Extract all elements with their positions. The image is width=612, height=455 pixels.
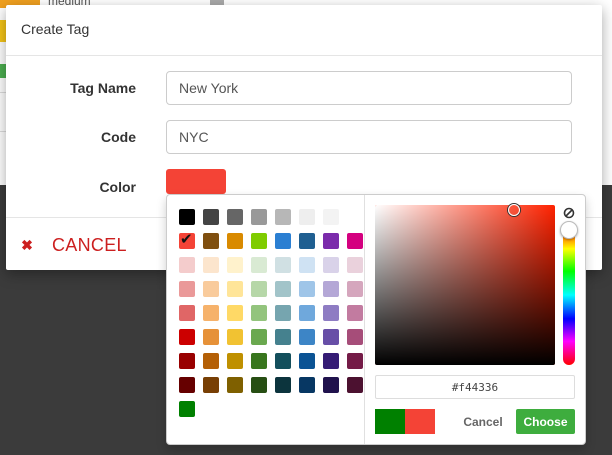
color-picker-popup: Cancel Choose: [166, 194, 586, 445]
cancel-button[interactable]: ✖ CANCEL: [20, 235, 127, 256]
palette-swatch[interactable]: [179, 377, 195, 393]
palette-swatch[interactable]: [251, 305, 267, 321]
dialog-title: Create Tag: [21, 21, 90, 37]
tag-name-row: Tag Name: [6, 71, 602, 105]
palette-swatch[interactable]: [347, 281, 363, 297]
palette-swatch[interactable]: [323, 329, 339, 345]
palette-swatch[interactable]: [275, 233, 291, 249]
previous-color-swatch[interactable]: [375, 409, 405, 434]
palette-swatch[interactable]: [299, 305, 315, 321]
palette-swatch[interactable]: [275, 329, 291, 345]
palette-swatch[interactable]: [323, 209, 339, 225]
palette-swatch[interactable]: [203, 257, 219, 273]
close-icon: ✖: [21, 237, 33, 253]
palette-swatch[interactable]: [323, 233, 339, 249]
current-color-swatch: [405, 409, 435, 434]
palette-swatch[interactable]: [347, 377, 363, 393]
palette-swatch[interactable]: [251, 329, 267, 345]
code-row: Code: [6, 120, 602, 154]
color-swatch-button[interactable]: [166, 169, 226, 194]
palette-swatch[interactable]: [179, 209, 195, 225]
palette-swatch[interactable]: [251, 209, 267, 225]
palette-swatch[interactable]: [275, 377, 291, 393]
saturation-handle[interactable]: [508, 204, 520, 216]
tag-name-input[interactable]: [166, 71, 572, 105]
hex-color-input[interactable]: [375, 375, 575, 399]
palette-swatch[interactable]: [275, 353, 291, 369]
palette-swatch[interactable]: [203, 209, 219, 225]
palette-swatch[interactable]: [275, 305, 291, 321]
palette-swatch[interactable]: [275, 281, 291, 297]
palette-swatch[interactable]: [203, 233, 219, 249]
hue-slider-handle[interactable]: [560, 221, 578, 239]
palette-swatch[interactable]: [227, 233, 243, 249]
palette-swatch[interactable]: [299, 353, 315, 369]
palette-swatch[interactable]: [179, 257, 195, 273]
palette-swatch[interactable]: [299, 377, 315, 393]
color-label: Color: [99, 179, 136, 195]
palette-swatch[interactable]: [179, 329, 195, 345]
dialog-header: Create Tag: [6, 5, 602, 56]
cancel-button-label: CANCEL: [52, 235, 127, 255]
palette-swatch[interactable]: [251, 377, 267, 393]
palette-swatch[interactable]: [347, 353, 363, 369]
palette-swatch[interactable]: [299, 329, 315, 345]
palette-swatch[interactable]: [299, 209, 315, 225]
palette-swatch[interactable]: [347, 329, 363, 345]
palette-swatch[interactable]: [251, 257, 267, 273]
palette-swatch[interactable]: [179, 305, 195, 321]
palette-swatch[interactable]: [299, 257, 315, 273]
palette-swatch[interactable]: [251, 233, 267, 249]
palette-swatch[interactable]: [347, 257, 363, 273]
palette-swatch[interactable]: [227, 257, 243, 273]
palette-swatch[interactable]: [179, 281, 195, 297]
palette-swatch[interactable]: [299, 233, 315, 249]
palette-swatch[interactable]: [251, 281, 267, 297]
palette-swatch[interactable]: [203, 329, 219, 345]
saturation-value-area[interactable]: [375, 204, 555, 365]
palette-swatch[interactable]: [323, 281, 339, 297]
code-label: Code: [101, 129, 136, 145]
tag-name-label: Tag Name: [70, 80, 136, 96]
palette-swatch[interactable]: [227, 281, 243, 297]
palette-swatch[interactable]: [227, 329, 243, 345]
palette-swatch[interactable]: [179, 353, 195, 369]
palette-swatch[interactable]: [347, 233, 363, 249]
palette-swatch[interactable]: [227, 353, 243, 369]
palette-swatch[interactable]: [323, 257, 339, 273]
palette-swatch[interactable]: [227, 305, 243, 321]
color-palette: [179, 209, 363, 417]
palette-swatch[interactable]: [179, 230, 195, 249]
palette-swatch[interactable]: [203, 377, 219, 393]
palette-swatch[interactable]: [203, 353, 219, 369]
palette-swatch[interactable]: [323, 377, 339, 393]
palette-swatch[interactable]: [323, 305, 339, 321]
palette-swatch[interactable]: [227, 209, 243, 225]
palette-swatch[interactable]: [299, 281, 315, 297]
no-color-icon[interactable]: [563, 207, 575, 219]
picker-divider: [364, 195, 365, 444]
hue-slider[interactable]: [560, 221, 578, 365]
palette-swatch[interactable]: [251, 353, 267, 369]
palette-swatch[interactable]: [227, 377, 243, 393]
palette-swatch[interactable]: [347, 305, 363, 321]
palette-swatch[interactable]: [179, 401, 195, 417]
palette-swatch[interactable]: [203, 305, 219, 321]
code-input[interactable]: [166, 120, 572, 154]
picker-cancel-button[interactable]: Cancel: [457, 409, 509, 434]
palette-swatch[interactable]: [275, 257, 291, 273]
palette-swatch[interactable]: [203, 281, 219, 297]
palette-swatch[interactable]: [323, 353, 339, 369]
color-compare: [375, 409, 435, 434]
palette-swatch[interactable]: [275, 209, 291, 225]
picker-choose-button[interactable]: Choose: [516, 409, 575, 434]
